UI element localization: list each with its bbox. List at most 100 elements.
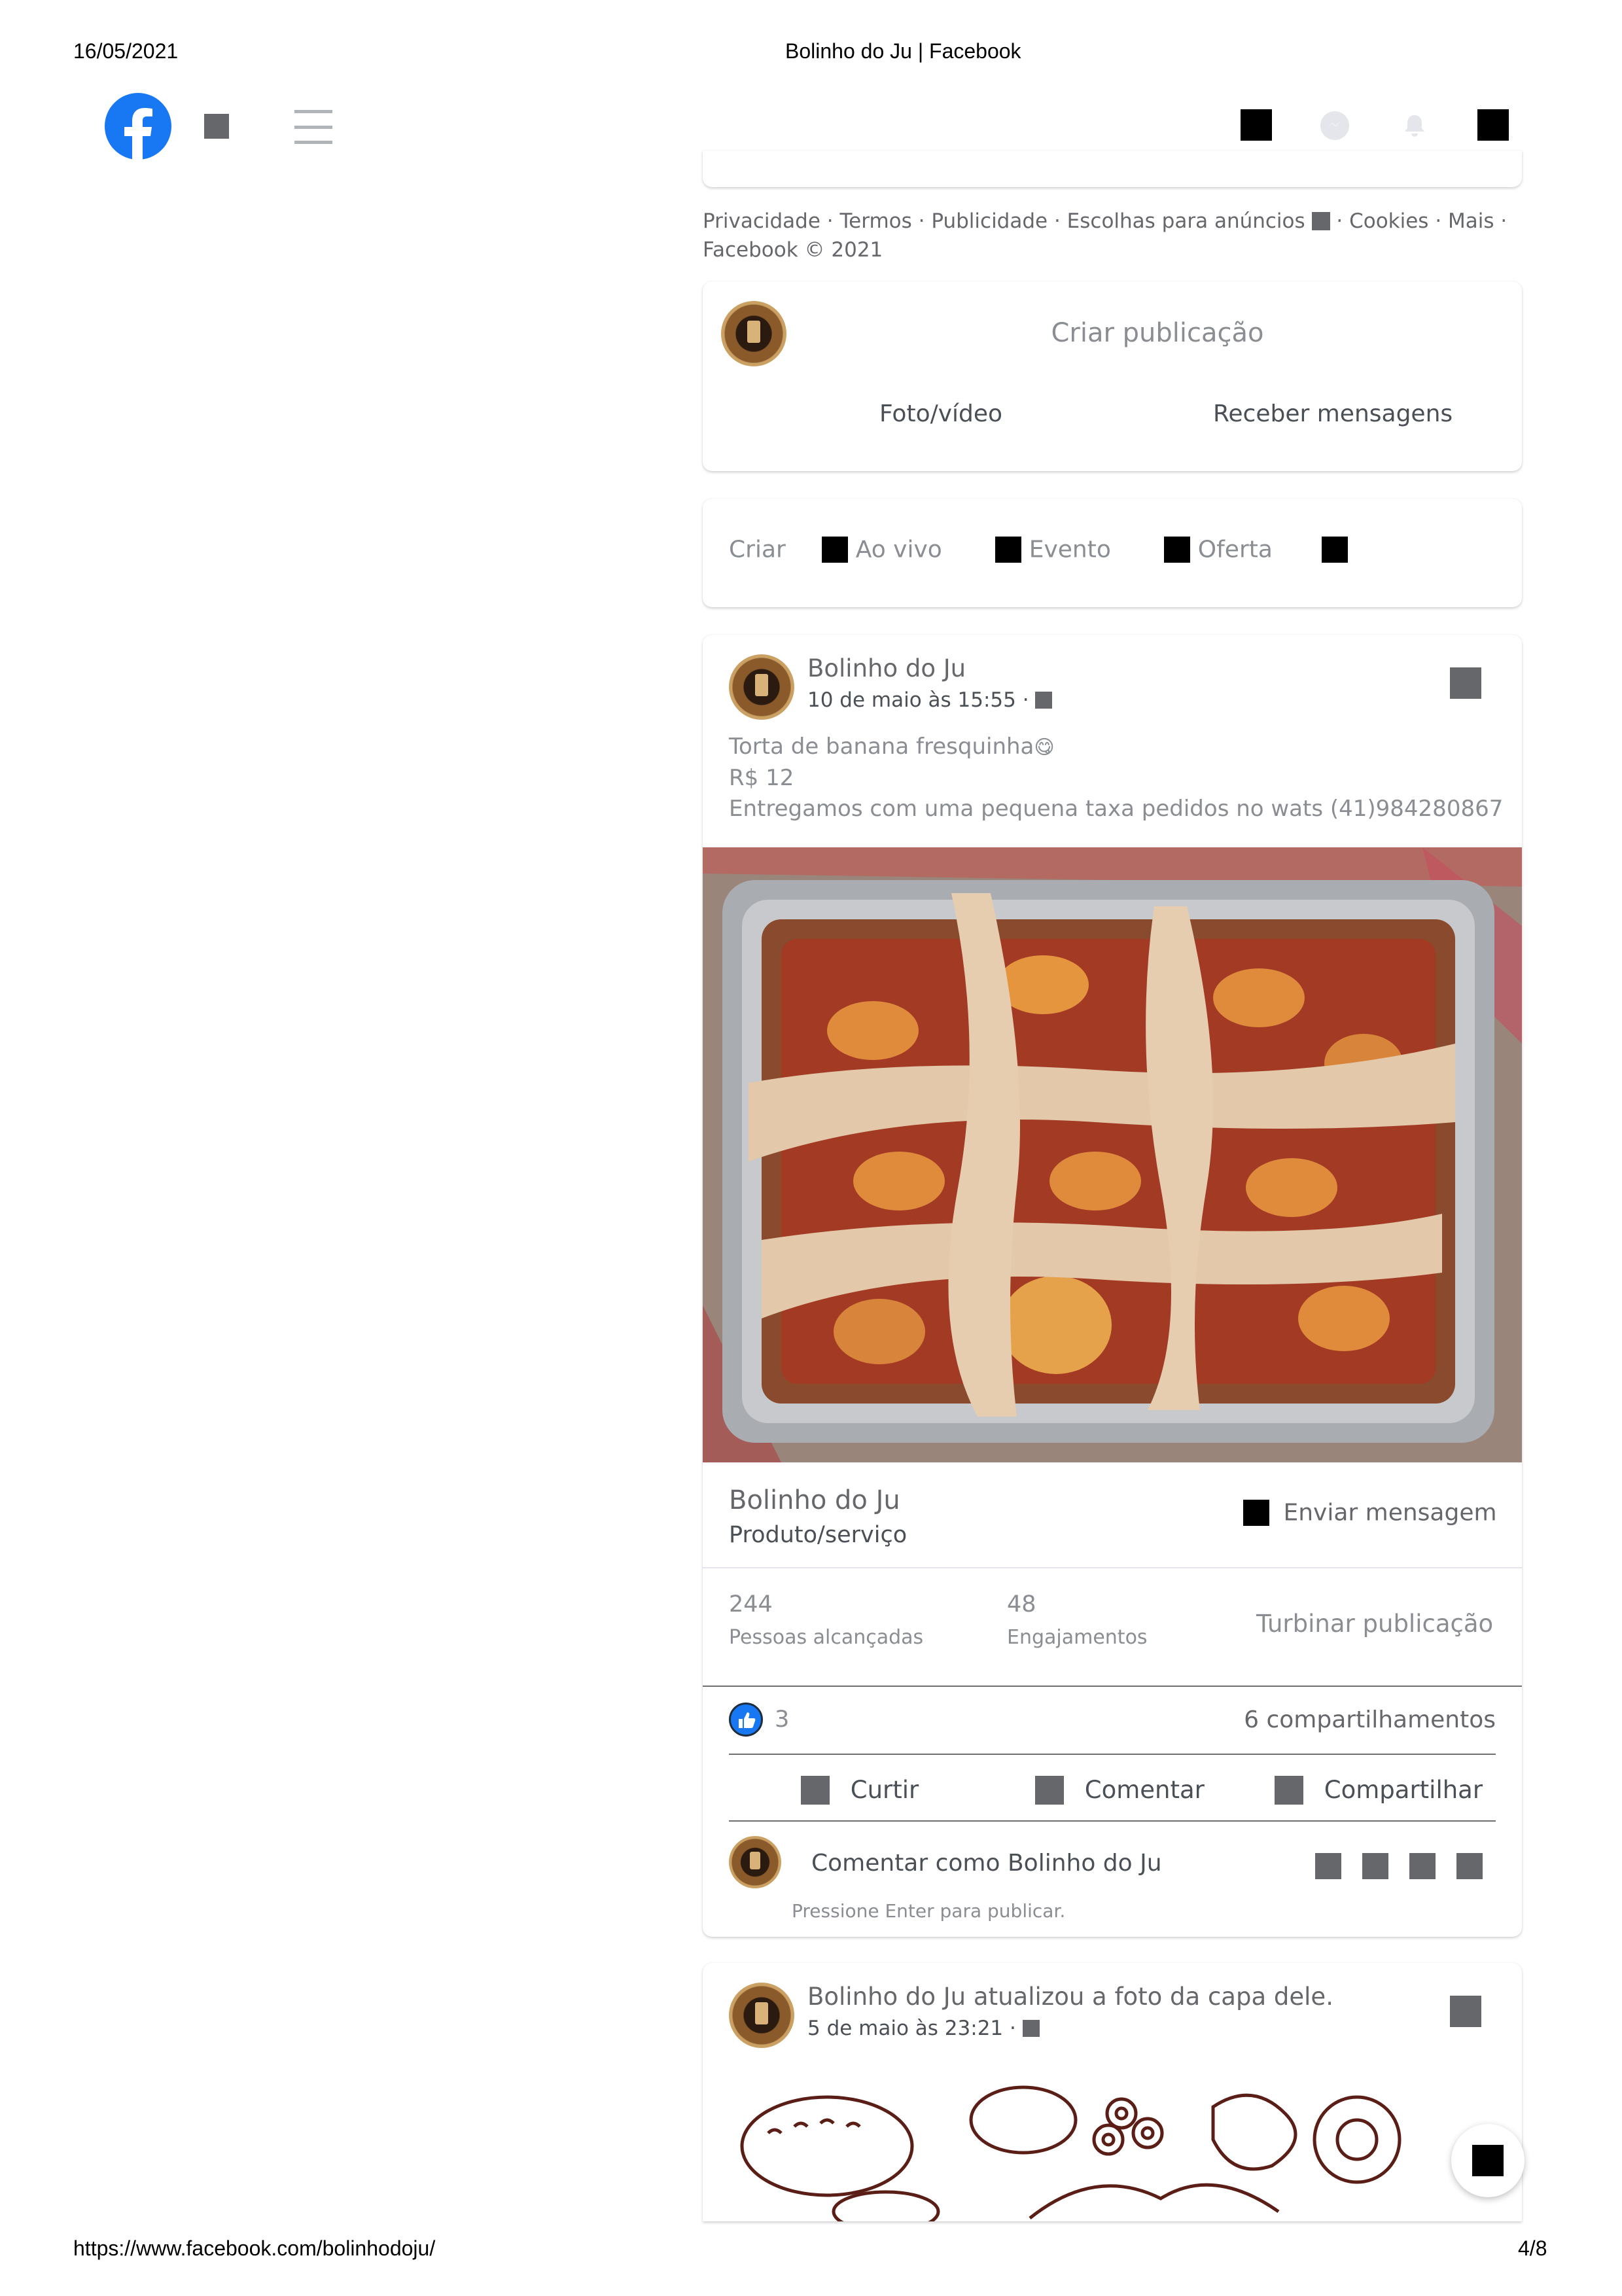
footer-copyright: Facebook © 2021 xyxy=(703,238,883,262)
share-icon xyxy=(1275,1775,1303,1805)
footer-link-terms[interactable]: Termos xyxy=(840,209,912,233)
share-button[interactable]: Compartilhar xyxy=(1275,1775,1483,1805)
create-label: Criar xyxy=(729,536,786,563)
camera-icon[interactable] xyxy=(1362,1853,1388,1879)
comment-button[interactable]: Comentar xyxy=(1035,1775,1205,1805)
facebook-logo-icon[interactable] xyxy=(105,93,171,160)
gif-icon[interactable] xyxy=(1409,1853,1436,1879)
post2-author-name[interactable]: Bolinho do Ju xyxy=(807,1983,966,2011)
post-card-2: Bolinho do Ju atualizou a foto da capa d… xyxy=(703,1963,1522,2221)
post-options-icon[interactable] xyxy=(1450,1996,1481,2027)
send-message-label: Enviar mensagem xyxy=(1283,1499,1497,1527)
messenger-send-icon xyxy=(1243,1500,1269,1526)
photo-video-button[interactable]: Foto/vídeo xyxy=(879,400,1002,427)
like-reaction-icon xyxy=(729,1703,763,1737)
footer-link-cookies[interactable]: Cookies xyxy=(1349,209,1428,233)
offer-button[interactable]: Oferta xyxy=(1198,537,1273,563)
live-button[interactable]: Ao vivo xyxy=(856,537,942,563)
post-text-line-1: Torta de banana fresquinha xyxy=(729,733,1034,760)
composer-input[interactable]: Criar publicação xyxy=(814,318,1501,348)
bell-icon[interactable] xyxy=(1400,111,1429,140)
more-options-icon[interactable] xyxy=(1322,537,1349,563)
sticker-icon[interactable] xyxy=(1456,1853,1483,1879)
comment-input[interactable]: Comentar como Bolinho do Ju xyxy=(811,1850,1162,1877)
post2-meta: 5 de maio às 23:21 · xyxy=(807,2017,1040,2040)
divider xyxy=(729,1820,1496,1822)
pie-illustration xyxy=(703,847,1522,1462)
get-messages-button[interactable]: Receber mensagens xyxy=(1213,400,1453,427)
post-meta: 10 de maio às 15:55 · xyxy=(807,688,1053,712)
shares-count[interactable]: 6 compartilhamentos xyxy=(1244,1706,1496,1733)
cover-photo-bakery-sketch[interactable] xyxy=(703,2068,1522,2221)
divider xyxy=(703,1567,1522,1568)
comment-label: Comentar xyxy=(1084,1776,1205,1804)
post2-header: Bolinho do Ju atualizou a foto da capa d… xyxy=(807,1983,1333,2011)
bakery-sketch-illustration xyxy=(740,2085,1402,2221)
create-bar-card: Criar Ao vivo Evento Oferta xyxy=(703,499,1522,607)
comment-icon xyxy=(1035,1775,1064,1805)
footer-link-more[interactable]: Mais xyxy=(1448,209,1494,233)
create-bar: Criar Ao vivo Evento Oferta xyxy=(729,535,1349,563)
facebook-f-glyph xyxy=(124,108,152,160)
reach-value: 244 xyxy=(729,1591,773,1617)
send-message-button[interactable]: Enviar mensagem xyxy=(1243,1498,1497,1527)
like-button[interactable]: Curtir xyxy=(801,1775,919,1805)
footer-links: Privacidade · Termos · Publicidade · Esc… xyxy=(703,209,1507,262)
live-icon xyxy=(822,537,849,563)
thumbs-up-glyph xyxy=(739,1712,756,1728)
like-label: Curtir xyxy=(850,1776,919,1804)
post-timestamp[interactable]: 10 de maio às 15:55 · xyxy=(807,688,1029,712)
divider xyxy=(729,1754,1496,1755)
audience-icon xyxy=(1022,2020,1040,2037)
yum-emoji-icon: 😋 xyxy=(1034,736,1055,759)
footer-link-privacy[interactable]: Privacidade xyxy=(703,209,820,233)
post-text-price: R$ 12 xyxy=(729,765,794,791)
event-icon xyxy=(995,537,1022,563)
boost-post-button[interactable]: Turbinar publicação xyxy=(1256,1610,1493,1638)
banana-pie-photo[interactable] xyxy=(703,847,1522,1462)
page-avatar xyxy=(721,301,786,366)
print-page-number: 4/8 xyxy=(1518,2236,1547,2260)
messenger-icon[interactable] xyxy=(1320,111,1349,140)
commenter-avatar xyxy=(729,1836,781,1888)
emoji-icon[interactable] xyxy=(1315,1853,1341,1879)
page-name[interactable]: Bolinho do Ju xyxy=(729,1485,900,1515)
post-options-icon[interactable] xyxy=(1450,667,1481,699)
print-date: 16/05/2021 xyxy=(73,39,179,63)
post2-timestamp[interactable]: 5 de maio às 23:21 · xyxy=(807,2017,1016,2040)
reach-label: Pessoas alcançadas xyxy=(729,1626,924,1649)
new-message-floating-button[interactable] xyxy=(1451,2124,1525,2197)
offer-icon xyxy=(1164,537,1191,563)
event-button[interactable]: Evento xyxy=(1029,537,1111,563)
bell-glyph xyxy=(1405,115,1424,137)
engagement-label: Engajamentos xyxy=(1007,1626,1148,1649)
post-author-name[interactable]: Bolinho do Ju xyxy=(807,654,966,682)
post2-action: atualizou a foto da capa dele. xyxy=(973,1983,1333,2011)
page-category: Produto/serviço xyxy=(729,1522,908,1548)
ad-choices-icon xyxy=(1311,212,1330,230)
footer-link-ads[interactable]: Publicidade xyxy=(931,209,1048,233)
previous-card-bottom xyxy=(703,150,1522,187)
share-label: Compartilhar xyxy=(1324,1776,1483,1804)
pages-icon[interactable] xyxy=(204,114,229,139)
footer-link-ad-choices[interactable]: Escolhas para anúncios xyxy=(1067,209,1305,233)
compose-icon xyxy=(1472,2145,1504,2176)
print-title: Bolinho do Ju | Facebook xyxy=(785,39,1021,63)
create-icon[interactable] xyxy=(1241,109,1272,141)
like-icon xyxy=(801,1775,830,1805)
post-author-avatar xyxy=(729,1983,794,2048)
print-url: https://www.facebook.com/bolinhodoju/ xyxy=(73,2236,436,2260)
enter-hint: Pressione Enter para publicar. xyxy=(792,1900,1066,1922)
engagement-value: 48 xyxy=(1007,1591,1036,1617)
hamburger-menu-icon[interactable] xyxy=(294,110,332,144)
account-icon[interactable] xyxy=(1477,109,1509,141)
post-card-1: Bolinho do Ju 10 de maio às 15:55 · Tort… xyxy=(703,635,1522,1937)
post-text: Torta de banana fresquinha😋 R$ 12 Entreg… xyxy=(729,732,1514,824)
reactions-count[interactable]: 3 xyxy=(775,1706,789,1733)
divider xyxy=(703,1686,1522,1687)
post-text-delivery: Entregamos com uma pequena taxa pedidos … xyxy=(729,796,1504,822)
audience-icon xyxy=(1035,692,1053,709)
post-author-avatar xyxy=(729,654,794,720)
messenger-glyph xyxy=(1327,120,1341,128)
composer-card: Criar publicação Foto/vídeo Receber mens… xyxy=(703,281,1522,471)
